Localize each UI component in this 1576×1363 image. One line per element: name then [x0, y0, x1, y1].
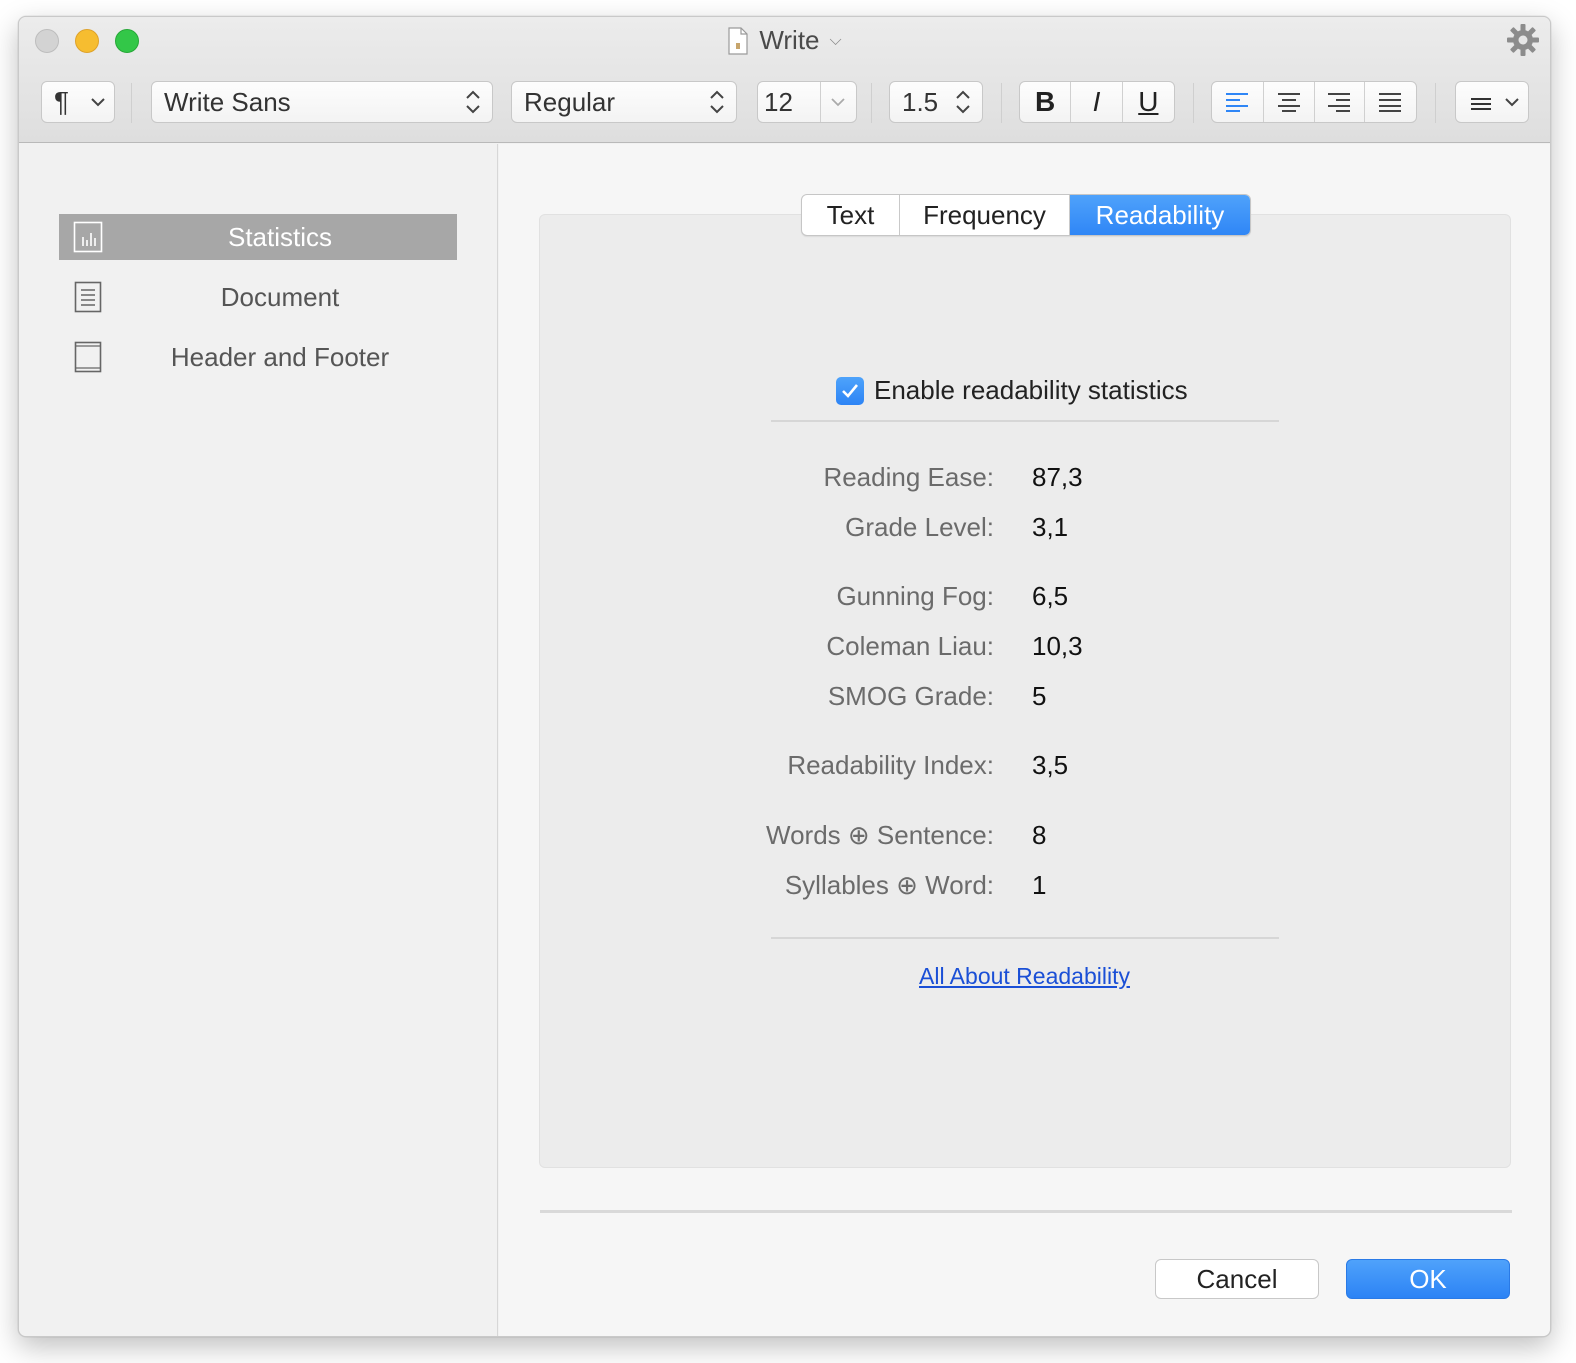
alignment-segmented	[1211, 81, 1417, 123]
align-left-button[interactable]	[1212, 82, 1264, 122]
updown-arrows-icon[interactable]	[954, 88, 972, 116]
align-center-button[interactable]	[1264, 82, 1315, 122]
chevron-down-icon[interactable]	[830, 97, 846, 107]
sidebar-item-label: Document	[220, 281, 340, 312]
tab-bar: Text Frequency Readability	[801, 194, 1251, 236]
font-size-value[interactable]: 12	[764, 87, 793, 118]
list-icon	[1471, 98, 1491, 110]
page-icon	[74, 341, 102, 373]
enable-readability-row[interactable]: Enable readability statistics	[836, 375, 1188, 406]
main-content: Text Frequency Readability Enable readab…	[499, 144, 1550, 1336]
sidebar-item-label: Statistics	[227, 221, 333, 252]
document-icon	[74, 281, 102, 313]
justify-button[interactable]	[1365, 82, 1416, 122]
font-size-combobox[interactable]: 12	[757, 81, 857, 123]
document-icon	[728, 26, 748, 55]
paragraph-style-popup[interactable]: ¶	[41, 81, 115, 123]
align-right-icon	[1328, 93, 1351, 112]
toolbar-divider	[1001, 83, 1002, 123]
title-toolbar: Write ⌵ ¶ Write Sans Regular 12 1.5 B I …	[19, 17, 1550, 143]
paragraph-icon: ¶	[54, 86, 70, 117]
tab-text[interactable]: Text	[802, 195, 900, 235]
updown-arrows-icon	[466, 90, 480, 114]
cancel-button[interactable]: Cancel	[1155, 1259, 1319, 1299]
ok-button[interactable]: OK	[1346, 1259, 1510, 1299]
line-spacing-value: 1.5	[902, 86, 939, 117]
tab-readability[interactable]: Readability	[1070, 195, 1250, 235]
tab-panel	[539, 214, 1511, 1168]
align-right-button[interactable]	[1315, 82, 1365, 122]
sidebar-item-document[interactable]: Document	[59, 274, 457, 320]
gear-icon[interactable]	[1506, 23, 1540, 57]
text-style-segmented: B I U	[1019, 81, 1175, 123]
sidebar-item-statistics[interactable]: Statistics	[59, 214, 457, 260]
window-title-area: Write ⌵	[19, 25, 1550, 57]
chevron-down-icon: ⌵	[829, 31, 842, 49]
list-style-popup[interactable]	[1455, 81, 1529, 123]
sidebar-item-label: Header and Footer	[170, 341, 390, 372]
chevron-down-icon	[91, 98, 105, 107]
all-about-readability-link[interactable]: All About Readability	[919, 963, 1130, 990]
font-style-value: Regular	[524, 86, 616, 117]
underline-button[interactable]: U	[1123, 82, 1174, 122]
footer-divider	[540, 1210, 1512, 1213]
enable-readability-label: Enable readability statistics	[874, 375, 1188, 405]
toolbar-divider	[1193, 83, 1194, 123]
bold-button[interactable]: B	[1020, 82, 1072, 122]
preferences-window: Write ⌵ ¶ Write Sans Regular 12 1.5 B I …	[18, 16, 1551, 1337]
chevron-down-icon	[1505, 98, 1519, 107]
italic-button[interactable]: I	[1071, 82, 1123, 122]
align-left-icon	[1226, 93, 1249, 112]
enable-readability-checkbox[interactable]	[836, 376, 864, 405]
toolbar-divider	[1435, 83, 1436, 123]
justify-icon	[1379, 93, 1402, 112]
sidebar-item-header-footer[interactable]: Header and Footer	[59, 334, 457, 380]
sidebar: Statistics Document Header and Footer	[19, 144, 498, 1336]
combobox-divider	[820, 82, 821, 122]
window-title: Write	[759, 25, 820, 55]
font-family-popup[interactable]: Write Sans	[151, 81, 493, 123]
toolbar-divider	[131, 83, 132, 123]
window-title-menu[interactable]: Write ⌵	[727, 25, 842, 56]
checkmark-icon	[842, 383, 859, 398]
font-family-value: Write Sans	[164, 86, 291, 117]
toolbar-divider	[871, 83, 872, 123]
updown-arrows-icon	[710, 90, 724, 114]
font-style-popup[interactable]: Regular	[511, 81, 737, 123]
tab-frequency[interactable]: Frequency	[900, 195, 1070, 235]
align-center-icon	[1277, 93, 1300, 112]
line-spacing-stepper[interactable]: 1.5	[889, 81, 983, 123]
bar-chart-icon	[73, 221, 103, 253]
